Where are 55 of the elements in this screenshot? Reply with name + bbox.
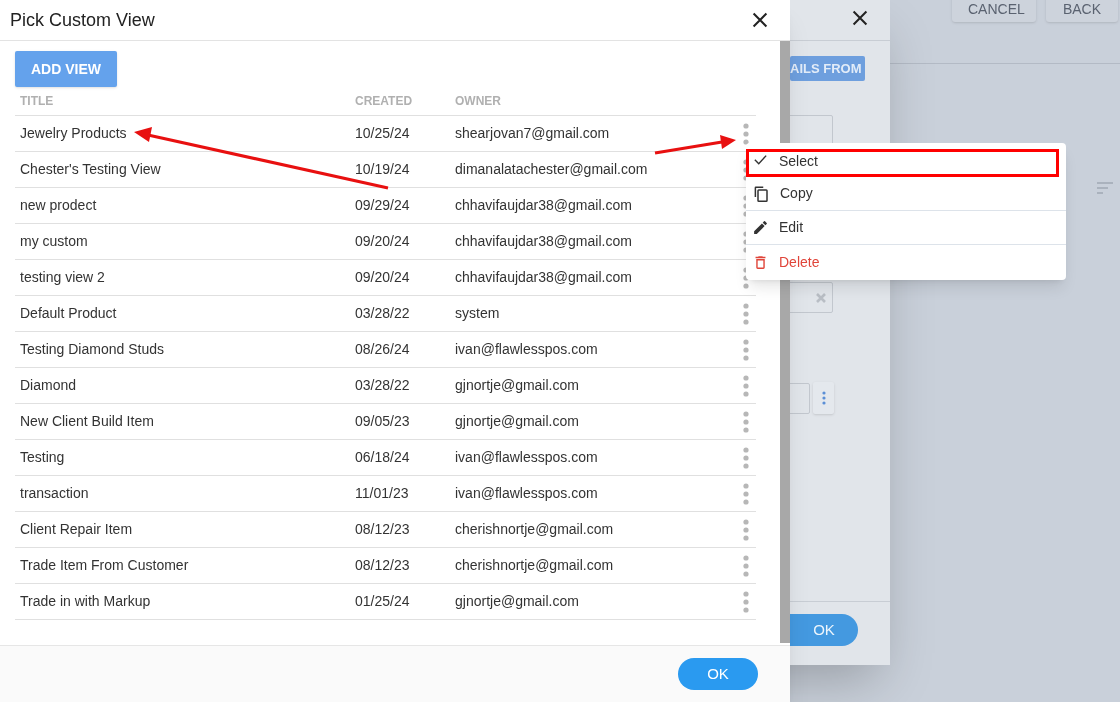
- table-cell-text: chhavifaujdar38@gmail.com: [455, 232, 633, 251]
- table-cell-text: system: [455, 304, 501, 323]
- menu-item[interactable]: Copy: [746, 177, 1066, 211]
- table-cell-text: 09/20/24: [355, 232, 411, 251]
- table-cell-text: Diamond: [20, 376, 78, 395]
- table-cell-text: testing view 2: [20, 268, 106, 287]
- table-cell-text: 08/26/24: [355, 340, 411, 359]
- table-cell-text: Trade Item From Customer: [20, 556, 190, 575]
- table-cell-text: gjnortje@gmail.com: [455, 412, 580, 431]
- table-cell-text: cherishnortje@gmail.com: [455, 520, 615, 539]
- table-cell-text: ivan@flawlesspos.com: [455, 448, 599, 467]
- table-cell-text: 06/18/24: [355, 448, 411, 467]
- add-view-button[interactable]: ADD VIEW: [15, 51, 117, 87]
- table-cell-text: gjnortje@gmail.com: [455, 376, 580, 395]
- table-cell-text: ivan@flawlesspos.com: [455, 340, 599, 359]
- table-cell-text: chhavifaujdar38@gmail.com: [455, 268, 633, 287]
- table-cell-text: cherishnortje@gmail.com: [455, 556, 615, 575]
- page-button[interactable]: CANCEL: [952, 0, 1036, 22]
- ok-button[interactable]: OK: [678, 658, 758, 690]
- table-cell-text: shearjovan7@gmail.com: [455, 124, 611, 143]
- dialog-title: Pick Custom View: [10, 8, 155, 32]
- table-cell-text: my custom: [20, 232, 89, 251]
- table-cell-text: 09/05/23: [355, 412, 411, 431]
- table-cell-text: 03/28/22: [355, 376, 411, 395]
- action-button[interactable]: AILS FROM: [790, 56, 865, 81]
- table-cell-text: Jewelry Products: [20, 124, 128, 143]
- table-cell-text: transaction: [20, 484, 90, 503]
- table-cell-text: 09/20/24: [355, 268, 411, 287]
- menu-item[interactable]: Edit: [746, 211, 1066, 245]
- table-cell-text: 10/25/24: [355, 124, 411, 143]
- table-cell-text: New Client Build Item: [20, 412, 155, 431]
- table-cell-text: Testing: [20, 448, 66, 467]
- table-cell-text: gjnortje@gmail.com: [455, 592, 580, 611]
- table-cell-text: 10/19/24: [355, 160, 411, 179]
- table-cell-text: chhavifaujdar38@gmail.com: [455, 196, 633, 215]
- menu-item[interactable]: Select: [746, 143, 1066, 177]
- table-cell-text: 08/12/23: [355, 556, 411, 575]
- table-cell-text: ivan@flawlesspos.com: [455, 484, 599, 503]
- table-cell-text: 03/28/22: [355, 304, 411, 323]
- table-cell-text: 01/25/24: [355, 592, 411, 611]
- table-cell-text: Chester's Testing View: [20, 160, 162, 179]
- table-cell-text: new prodect: [20, 196, 98, 215]
- page-button[interactable]: BACK: [1046, 0, 1118, 22]
- table-cell-text: Trade in with Markup: [20, 592, 152, 611]
- column-header: CREATED: [355, 93, 414, 110]
- menu-item[interactable]: Delete: [746, 245, 1066, 280]
- table-cell-text: Default Product: [20, 304, 118, 323]
- table-cell-text: Client Repair Item: [20, 520, 134, 539]
- column-header: TITLE: [20, 93, 55, 110]
- table-cell-text: Testing Diamond Studs: [20, 340, 165, 359]
- table-cell-text: 11/01/23: [355, 484, 410, 503]
- table-cell-text: dimanalatachester@gmail.com: [455, 160, 649, 179]
- column-header: OWNER: [455, 93, 502, 110]
- table-cell-text: 08/12/23: [355, 520, 411, 539]
- table-cell-text: 09/29/24: [355, 196, 411, 215]
